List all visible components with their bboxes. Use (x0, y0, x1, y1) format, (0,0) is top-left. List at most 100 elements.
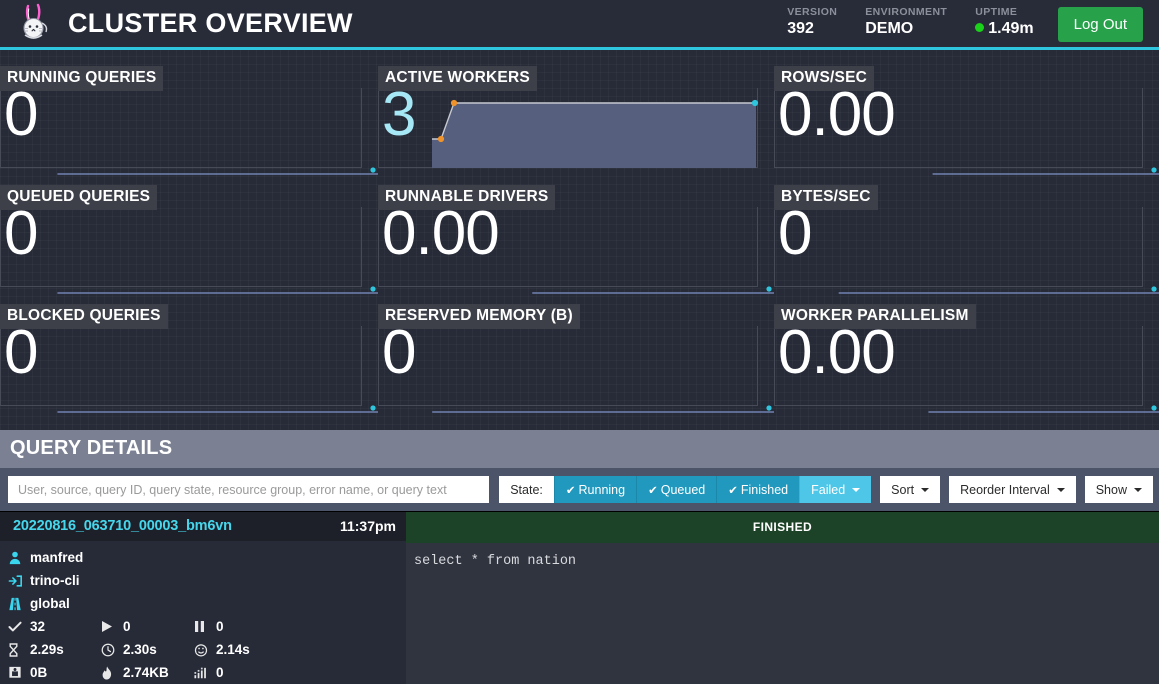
state-filter-finished[interactable]: ✔ Finished (716, 476, 800, 503)
sparkline-runnable-drivers (378, 216, 774, 296)
stat-completed-splits-value: 32 (30, 619, 46, 634)
status-badge: FINISHED (406, 511, 1159, 543)
query-details-panel: QUERY DETAILS State: ✔ Running ✔ Queued … (0, 430, 1159, 684)
stat-card-active-workers: ACTIVE WORKERS 3 (378, 58, 774, 177)
card-label: RUNNABLE DRIVERS (378, 185, 556, 210)
query-timestamp: 11:37pm (339, 518, 396, 534)
query-row-right: FINISHED select * from nation (406, 511, 1159, 684)
state-filter-label: State: (499, 476, 554, 503)
header-stat-environment: ENVIRONMENT DEMO (851, 5, 961, 38)
stat-card-blocked-queries: BLOCKED QUERIES 0 (0, 296, 379, 415)
state-filter-failed[interactable]: Failed (799, 476, 872, 503)
query-row-header: 20220816_063710_00003_bm6vn 11:37pm (0, 511, 406, 541)
sparkline-queued-queries (0, 216, 379, 296)
sort-dropdown-label: Sort (891, 482, 915, 497)
query-row-left: 20220816_063710_00003_bm6vn 11:37pm manf… (0, 511, 406, 684)
stat-row: BLOCKED QUERIES 0 RESERVED MEMORY (B) 0 (0, 296, 1159, 415)
stat-total-time-value: 2.30s (123, 642, 157, 657)
query-source-value: trino-cli (30, 573, 80, 588)
stat-wall-time: 2.29s (8, 638, 101, 661)
stat-output-rows-value: 0 (216, 665, 224, 680)
stat-total-time: 2.30s (101, 638, 194, 661)
query-details-title: QUERY DETAILS (0, 430, 1159, 468)
stat-output-rows: 0 (194, 661, 287, 684)
stat-card-running-queries: RUNNING QUERIES 0 (0, 58, 379, 177)
state-filter-failed-label: Failed (811, 482, 846, 497)
stat-card-queued-queries: QUEUED QUERIES 0 (0, 177, 379, 296)
chevron-down-icon (921, 487, 930, 492)
check-icon: ✔ (565, 484, 576, 497)
state-filter-queued-label: Queued (660, 482, 706, 497)
search-input[interactable] (8, 476, 490, 503)
uptime-value: 1.49m (988, 20, 1034, 37)
chevron-down-icon (852, 487, 861, 492)
query-user: manfred (8, 546, 406, 569)
chevron-down-icon (1134, 487, 1142, 492)
stopwatch-icon (194, 643, 216, 657)
state-filter-finished-label: Finished (740, 482, 789, 497)
reorder-interval-dropdown-label: Reorder Interval (960, 482, 1050, 497)
clock-icon (101, 643, 123, 657)
environment-value: DEMO (865, 20, 914, 37)
check-icon: ✔ (648, 484, 658, 497)
road-icon (8, 597, 30, 611)
status-dot-icon (975, 23, 985, 32)
header-stat-uptime: UPTIME 1.49m (961, 5, 1047, 38)
uptime-value-wrap: 1.49m (975, 19, 1034, 38)
table-row[interactable]: 20220816_063710_00003_bm6vn 11:37pm manf… (0, 511, 1159, 684)
check-icon (8, 621, 30, 633)
show-dropdown[interactable]: Show (1084, 476, 1153, 503)
fire-icon (101, 665, 123, 680)
stat-card-rows-per-sec: ROWS/SEC 0.00 (774, 58, 1159, 177)
version-value: 392 (787, 20, 814, 37)
save-icon (8, 666, 30, 679)
trino-rabbit-logo-icon (14, 2, 58, 46)
card-label: RUNNING QUERIES (0, 66, 164, 91)
query-resource-group: global (8, 592, 406, 615)
stat-cpu-time: 2.14s (194, 638, 287, 661)
sort-dropdown[interactable]: Sort (880, 476, 941, 503)
uptime-label: UPTIME (975, 6, 1018, 18)
query-details-toolbar: State: ✔ Running ✔ Queued ✔ Finished Fai… (0, 468, 1159, 511)
play-icon (101, 620, 123, 633)
query-sql-text: select * from nation (414, 554, 577, 569)
card-label: QUEUED QUERIES (0, 185, 158, 210)
sparkline-reserved-memory (378, 335, 774, 415)
stat-row: RUNNING QUERIES 0 ACTIVE WORKERS 3 ROWS/… (0, 58, 1159, 177)
card-label: ROWS/SEC (774, 66, 874, 91)
query-source: trino-cli (8, 569, 406, 592)
state-filter-queued[interactable]: ✔ Queued (636, 476, 717, 503)
card-value: 3 (382, 80, 416, 149)
card-label: BLOCKED QUERIES (0, 304, 168, 329)
sparkline-rows-per-sec (774, 97, 1159, 177)
card-label: WORKER PARALLELISM (774, 304, 976, 329)
show-dropdown-label: Show (1095, 482, 1127, 497)
sparkline-bytes-per-sec (774, 216, 1159, 296)
query-list: 20220816_063710_00003_bm6vn 11:37pm manf… (0, 511, 1159, 684)
stat-card-worker-parallelism: WORKER PARALLELISM 0.00 (774, 296, 1159, 415)
page-title: CLUSTER OVERVIEW (68, 8, 353, 38)
state-filter-running[interactable]: ✔ Running (553, 476, 637, 503)
card-label: ACTIVE WORKERS (378, 66, 537, 91)
query-stats-row-1: 32 0 0 (8, 615, 406, 638)
sign-in-icon (8, 574, 30, 588)
query-user-value: manfred (30, 550, 84, 565)
state-filter-running-label: Running (578, 482, 626, 497)
header-stats: VERSION 392 ENVIRONMENT DEMO UPTIME 1.49… (773, 5, 1149, 42)
stat-memory: 0B (8, 661, 101, 684)
user-icon (8, 551, 30, 565)
stat-running-splits-value: 0 (123, 619, 131, 634)
stat-input-data-value: 2.74KB (123, 665, 169, 680)
logout-button[interactable]: Log Out (1057, 7, 1143, 42)
cluster-stats-grid: RUNNING QUERIES 0 ACTIVE WORKERS 3 ROWS/… (0, 50, 1159, 420)
reorder-interval-dropdown[interactable]: Reorder Interval (949, 476, 1076, 503)
sparkline-running-queries (0, 97, 379, 177)
sparkline-worker-parallelism (774, 335, 1159, 415)
query-id-link[interactable]: 20220816_063710_00003_bm6vn (13, 518, 232, 534)
sparkline-blocked-queries (0, 335, 379, 415)
chevron-down-icon (1056, 487, 1065, 492)
check-icon: ✔ (728, 484, 738, 497)
header-stat-version: VERSION 392 (773, 5, 851, 38)
app-header: CLUSTER OVERVIEW VERSION 392 ENVIRONMENT… (0, 0, 1159, 50)
stat-cpu-time-value: 2.14s (216, 642, 250, 657)
